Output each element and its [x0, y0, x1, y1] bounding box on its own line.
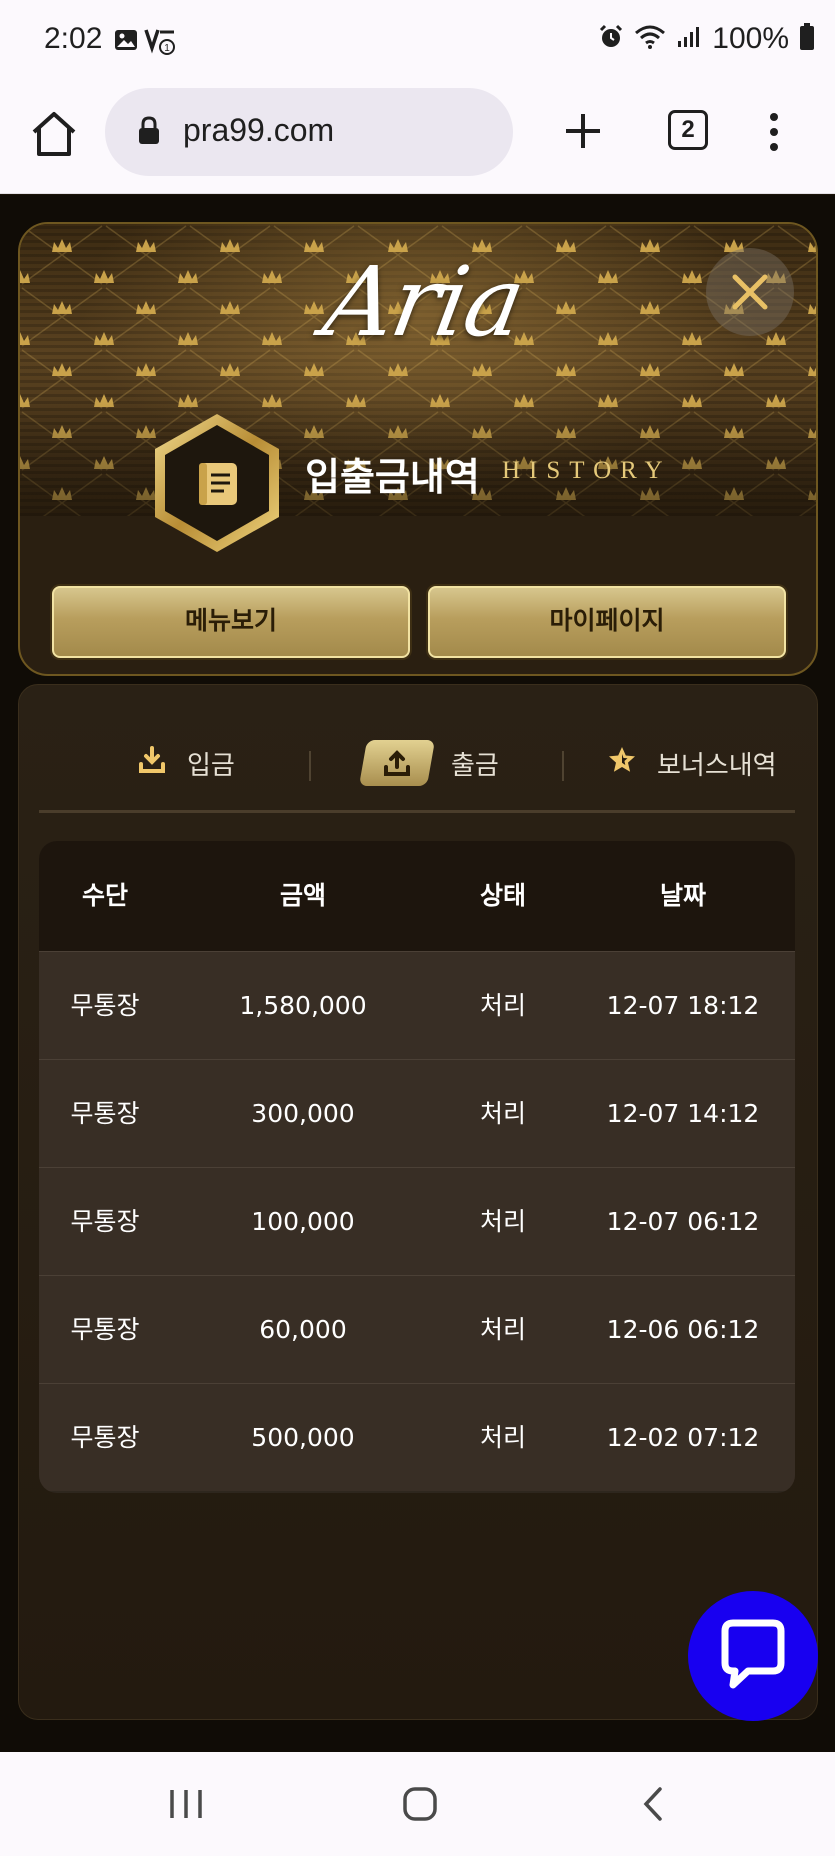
cell-status: 처리	[479, 991, 526, 1020]
tab-divider	[309, 751, 311, 781]
cell-amount: 1,580,000	[239, 991, 367, 1020]
star-icon	[607, 745, 637, 782]
home-icon	[32, 112, 76, 156]
gallery-icon	[114, 28, 138, 60]
table-row: 무통장 60,000 처리 12-06 06:12	[39, 1275, 795, 1383]
history-table: 수단 금액 상태 날짜 무통장 1,580,000 처리 12-07 18:12…	[39, 841, 795, 1493]
modal-header-card: Aria 입출금내역 HISTORY 메뉴보기 마이페이지	[18, 222, 818, 676]
url-text: pra99.com	[183, 112, 335, 148]
home-nav-button[interactable]	[402, 1786, 438, 1826]
history-content-card: 입금 출금 보너스내역 수단 금액 상태 날짜 무통장 1,580,000 처리…	[18, 684, 818, 1720]
page-title: 입출금내역	[305, 455, 480, 499]
close-button[interactable]	[706, 248, 794, 336]
lock-icon	[137, 116, 161, 150]
cell-status: 처리	[479, 1423, 526, 1452]
cell-method: 무통장	[70, 991, 140, 1020]
system-nav-bar	[0, 1752, 835, 1856]
cell-status: 처리	[479, 1207, 526, 1236]
tab-bonus-label: 보너스내역	[657, 750, 777, 781]
tab-withdraw-label: 출금	[451, 750, 499, 781]
download-icon	[137, 745, 167, 782]
table-header: 수단 금액 상태 날짜	[39, 841, 795, 951]
chat-bubble-icon	[721, 1619, 785, 1689]
tab-divider	[562, 751, 564, 781]
status-time: 2:02	[44, 22, 103, 55]
alarm-icon	[598, 24, 624, 54]
book-icon	[199, 463, 237, 505]
recents-icon	[170, 1790, 202, 1818]
live-chat-button[interactable]	[688, 1591, 818, 1721]
volte-icon: 1	[144, 28, 176, 60]
browser-menu-button[interactable]	[763, 112, 785, 152]
cell-date: 12-02 07:12	[606, 1423, 760, 1452]
new-tab-button[interactable]	[560, 108, 606, 154]
home-circle-icon	[403, 1787, 437, 1821]
tab-bonus[interactable]: 보너스내역	[607, 713, 777, 813]
web-content: Aria 입출금내역 HISTORY 메뉴보기 마이페이지 입금 출금 보너스내…	[0, 195, 835, 1752]
aria-logo: Aria	[316, 246, 531, 358]
status-bar: 2:02 1 100%	[0, 0, 835, 82]
browser-toolbar: pra99.com 2	[0, 82, 835, 194]
cell-date: 12-07 18:12	[606, 991, 760, 1020]
cell-amount: 300,000	[251, 1099, 355, 1128]
cell-amount: 500,000	[251, 1423, 355, 1452]
tab-deposit-label: 입금	[187, 750, 235, 781]
table-row: 무통장 500,000 처리 12-02 07:12	[39, 1383, 795, 1491]
cell-date: 12-07 14:12	[606, 1099, 760, 1128]
back-chevron-icon	[643, 1787, 662, 1821]
address-bar[interactable]: pra99.com	[105, 88, 513, 176]
table-row: 무통장 1,580,000 처리 12-07 18:12	[39, 951, 795, 1059]
close-icon	[732, 274, 768, 310]
svg-text:1: 1	[164, 43, 170, 54]
page-subtitle: HISTORY	[502, 457, 672, 484]
cell-status: 처리	[479, 1099, 526, 1128]
menu-view-button[interactable]: 메뉴보기	[52, 586, 410, 658]
mypage-button[interactable]: 마이페이지	[428, 586, 786, 658]
history-hexagon-badge	[152, 412, 282, 554]
column-header-status: 상태	[479, 881, 526, 910]
tab-deposit[interactable]: 입금	[137, 713, 235, 813]
column-header-method: 수단	[81, 881, 128, 910]
battery-icon	[799, 23, 815, 55]
more-vert-icon	[770, 113, 778, 151]
cell-method: 무통장	[70, 1315, 140, 1344]
history-modal: Aria 입출금내역 HISTORY 메뉴보기 마이페이지 입금 출금 보너스내…	[18, 222, 818, 1720]
back-nav-button[interactable]	[640, 1786, 668, 1826]
cell-date: 12-06 06:12	[606, 1315, 760, 1344]
cell-amount: 100,000	[251, 1207, 355, 1236]
cell-method: 무통장	[70, 1099, 140, 1128]
tab-withdraw[interactable]: 출금	[358, 713, 499, 813]
cell-date: 12-07 06:12	[606, 1207, 760, 1236]
cell-method: 무통장	[70, 1423, 140, 1452]
battery-percent: 100%	[712, 22, 789, 55]
cell-amount: 60,000	[259, 1315, 347, 1344]
recent-apps-button[interactable]	[168, 1788, 204, 1824]
table-row: 무통장 100,000 처리 12-07 06:12	[39, 1167, 795, 1275]
column-header-date: 날짜	[659, 881, 706, 910]
table-row: 무통장 300,000 처리 12-07 14:12	[39, 1059, 795, 1167]
tab-switcher-button[interactable]: 2	[668, 110, 708, 150]
cell-method: 무통장	[70, 1207, 140, 1236]
wifi-icon	[634, 24, 666, 54]
cell-status: 처리	[479, 1315, 526, 1344]
signal-icon	[676, 25, 702, 53]
home-button[interactable]	[28, 108, 80, 160]
plus-icon	[566, 114, 600, 148]
upload-icon	[358, 740, 436, 786]
history-tabs: 입금 출금 보너스내역	[39, 713, 795, 813]
column-header-amount: 금액	[279, 881, 326, 910]
